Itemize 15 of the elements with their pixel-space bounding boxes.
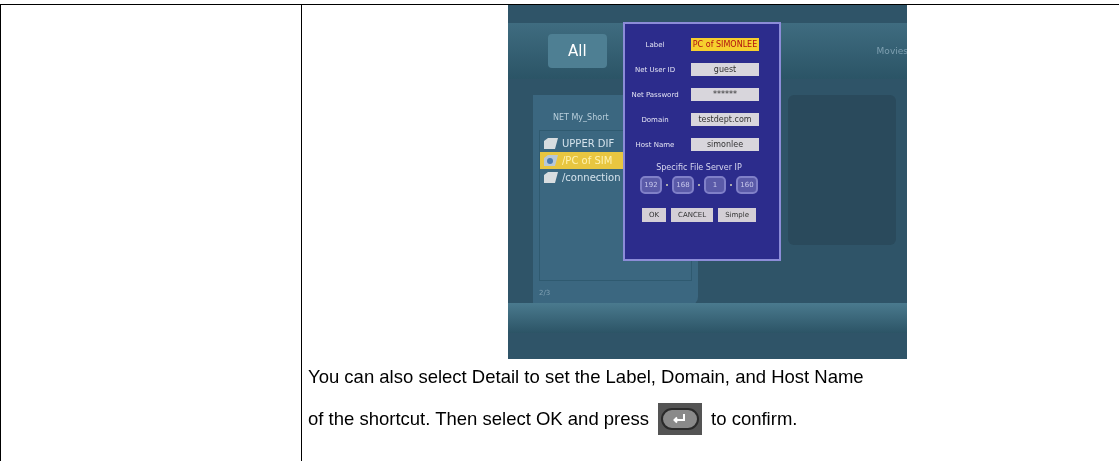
- input-field[interactable]: testdept.com: [691, 113, 759, 126]
- category-tab[interactable]: All: [548, 34, 607, 68]
- instruction-text: You can also select Detail to set the Label, Domain, and Host Name: [308, 366, 864, 388]
- instruction-text: to confirm.: [711, 408, 798, 430]
- network-folder-icon: [544, 155, 558, 166]
- folder-icon: [544, 172, 558, 183]
- category-tab[interactable]: Movies: [876, 46, 907, 56]
- folder-icon: [544, 138, 558, 149]
- input-field[interactable]: ******: [691, 88, 759, 101]
- path-label: NET My_Short: [553, 113, 609, 122]
- instruction-text: of the shortcut. Then select OK and press: [308, 408, 650, 430]
- input-field[interactable]: PC of SIMONLEE: [691, 38, 759, 51]
- input-field[interactable]: simonlee: [691, 138, 759, 151]
- enter-key-icon: [658, 403, 703, 435]
- input-field[interactable]: guest: [691, 63, 759, 76]
